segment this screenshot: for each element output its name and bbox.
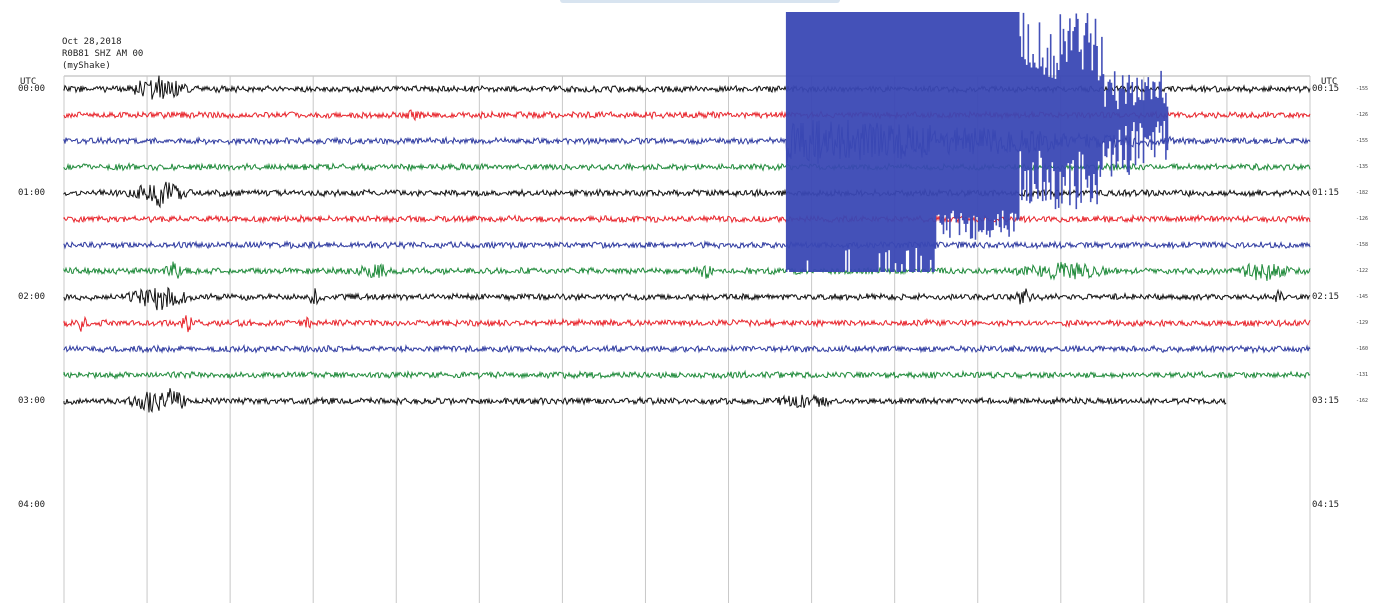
seismic-trace bbox=[63, 240, 1311, 250]
seismic-trace bbox=[63, 315, 1311, 333]
seismic-trace bbox=[63, 343, 1311, 355]
seismic-trace bbox=[63, 213, 1311, 224]
seismic-trace bbox=[63, 286, 1311, 311]
earthquake-saturated-signal bbox=[785, 12, 1169, 272]
helicorder-plot bbox=[63, 12, 1311, 603]
seismic-trace bbox=[63, 261, 1311, 281]
seismic-trace bbox=[63, 369, 1311, 380]
seismic-trace bbox=[63, 181, 1311, 209]
